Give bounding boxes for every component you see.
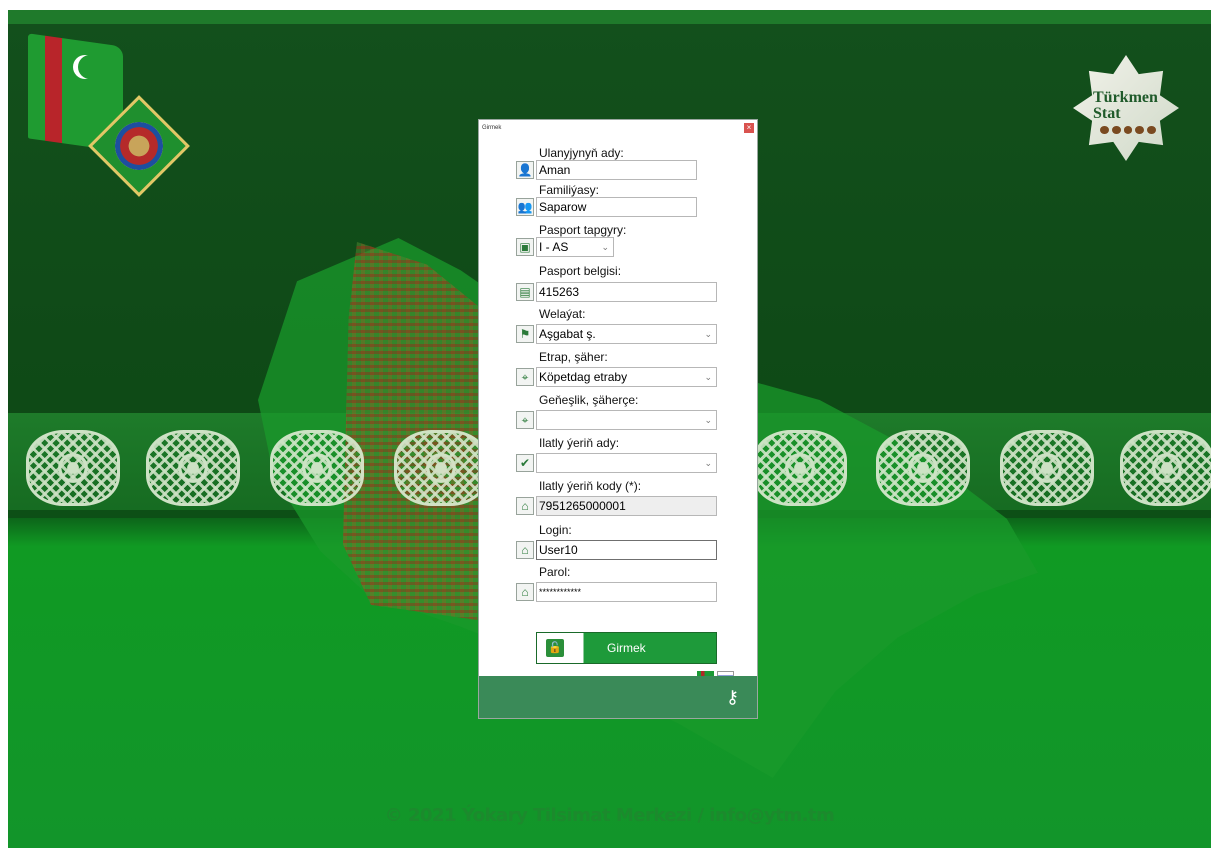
- council-select[interactable]: ⌄: [536, 410, 717, 430]
- house-icon: ⌂: [516, 583, 534, 601]
- carpet-gul-ornament: [1120, 430, 1211, 506]
- chevron-down-icon[interactable]: ⌄: [601, 238, 609, 256]
- region-select[interactable]: Aşgabat ş. ⌄: [536, 324, 717, 344]
- password-field[interactable]: ************: [536, 582, 717, 602]
- region-value: Aşgabat ş.: [539, 327, 596, 341]
- chevron-down-icon[interactable]: ⌄: [704, 454, 712, 472]
- unlock-icon: 🔓: [546, 639, 564, 657]
- passport-series-label: Pasport tapgyry:: [539, 223, 627, 237]
- carpet-gul-ornament: [753, 430, 847, 506]
- carpet-gul-ornament: [394, 430, 488, 506]
- location-pin-icon: ⌖: [516, 411, 534, 429]
- logo-line-1: Türkmen: [1093, 89, 1158, 106]
- checkmark-icon: ✔: [516, 454, 534, 472]
- passport-number-label: Pasport belgisi:: [539, 264, 622, 278]
- user-icon: 👤: [516, 161, 534, 179]
- carpet-gul-ornament: [26, 430, 120, 506]
- district-label: Etrap, şäher:: [539, 350, 608, 364]
- carpet-gul-ornament: [146, 430, 240, 506]
- password-label: Parol:: [539, 565, 571, 579]
- users-icon: 👥: [516, 198, 534, 216]
- state-emblem-center: [115, 122, 163, 170]
- login-button[interactable]: 🔓 Girmek: [536, 632, 717, 664]
- passport-series-value: I - AS: [539, 240, 569, 254]
- dialog-title: Girmek: [482, 125, 502, 131]
- location-pin-icon: ⌖: [516, 368, 534, 386]
- close-button[interactable]: ×: [744, 123, 754, 133]
- chevron-down-icon[interactable]: ⌄: [704, 368, 712, 386]
- council-label: Geňeşlik, şäherçe:: [539, 393, 639, 407]
- top-strip: [8, 10, 1211, 24]
- passport-series-select[interactable]: I - AS ⌄: [536, 237, 614, 257]
- logo-ornament-dots: [1100, 126, 1156, 134]
- passport-number-field[interactable]: 415263: [536, 282, 717, 302]
- copyright-footer: © 2021 Ýokary Tilsimat Merkezi / info@yt…: [384, 805, 835, 826]
- surname-field[interactable]: Saparow: [536, 197, 697, 217]
- house-icon: ⌂: [516, 497, 534, 515]
- house-icon: ⌂: [516, 541, 534, 559]
- chevron-down-icon[interactable]: ⌄: [704, 411, 712, 429]
- turkmenstat-logo-text: Türkmen Stat: [1093, 90, 1173, 122]
- settlement-code-label: Ilatly ýeriň kody (*):: [539, 479, 642, 493]
- first-name-label: Ulanyjynyň ady:: [539, 146, 624, 160]
- first-name-field[interactable]: Aman: [536, 160, 697, 180]
- district-value: Köpetdag etraby: [539, 370, 628, 384]
- carpet-gul-ornament: [876, 430, 970, 506]
- crescent-icon: [78, 55, 102, 79]
- login-label: Login:: [539, 523, 572, 537]
- dialog-footer: ⚷: [479, 676, 757, 718]
- surname-label: Familiýasy:: [539, 183, 600, 197]
- login-dialog: Girmek × Ulanyjynyň ady: 👤 Aman Familiýa…: [479, 120, 757, 718]
- passport-icon: ▤: [516, 283, 534, 301]
- flag-icon: ⚑: [516, 325, 534, 343]
- district-select[interactable]: Köpetdag etraby ⌄: [536, 367, 717, 387]
- settlement-code-field: 7951265000001: [536, 496, 717, 516]
- dialog-titlebar: Girmek ×: [479, 120, 757, 136]
- key-icon[interactable]: ⚷: [726, 688, 739, 706]
- carpet-gul-ornament: [1000, 430, 1094, 506]
- settlement-name-select[interactable]: ⌄: [536, 453, 717, 473]
- login-button-label: Girmek: [607, 641, 646, 655]
- carpet-gul-ornament: [270, 430, 364, 506]
- chevron-down-icon[interactable]: ⌄: [704, 325, 712, 343]
- settlement-name-label: Ilatly ýeriň ady:: [539, 436, 620, 450]
- id-card-icon: ▣: [516, 238, 534, 256]
- login-field[interactable]: User10: [536, 540, 717, 560]
- logo-line-2: Stat: [1093, 105, 1121, 122]
- region-label: Welaýat:: [539, 307, 586, 321]
